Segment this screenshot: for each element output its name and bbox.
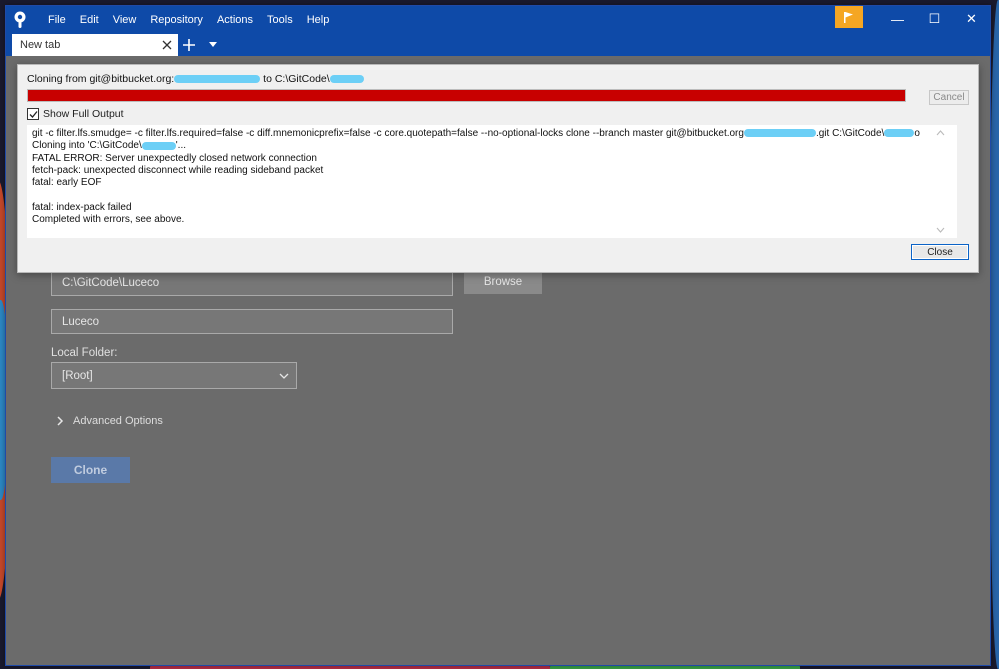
close-window-button[interactable]: ✕ bbox=[953, 6, 990, 32]
cancel-button[interactable]: Cancel bbox=[929, 90, 969, 105]
redacted-mark bbox=[174, 75, 261, 84]
destination-path-input[interactable]: C:\GitCode\Luceco bbox=[51, 270, 453, 296]
output-line: Completed with errors, see above. bbox=[32, 214, 185, 226]
redacted-mark bbox=[329, 75, 364, 84]
menu-edit[interactable]: Edit bbox=[73, 6, 106, 34]
output-text: Cloning into 'C:\GitCode\ bbox=[32, 140, 142, 152]
clone-status-prefix: Cloning from git@bitbucket.org: bbox=[27, 73, 175, 85]
flag-icon bbox=[844, 11, 853, 23]
advanced-options-toggle[interactable]: Advanced Options bbox=[55, 415, 163, 427]
menu-repository[interactable]: Repository bbox=[143, 6, 210, 34]
show-output-checkbox[interactable] bbox=[27, 108, 39, 120]
redacted-mark bbox=[743, 129, 816, 138]
plus-icon[interactable] bbox=[181, 37, 197, 53]
chevron-down-icon bbox=[279, 373, 289, 379]
output-line: git -c filter.lfs.smudge= -c filter.lfs.… bbox=[32, 128, 952, 140]
tab-label: New tab bbox=[20, 39, 61, 51]
output-text: o bbox=[914, 128, 920, 139]
output-line: Cloning into 'C:\GitCode\ '... bbox=[32, 140, 952, 152]
scroll-down-icon[interactable] bbox=[936, 227, 945, 234]
progress-bar bbox=[27, 89, 906, 102]
checkmark-icon bbox=[29, 110, 38, 118]
advanced-options-label: Advanced Options bbox=[73, 415, 163, 427]
output-text: .git C:\GitCode\ bbox=[815, 128, 885, 139]
clone-progress-dialog: Cloning from git@bitbucket.org: to C:\Gi… bbox=[17, 64, 979, 273]
browse-button[interactable]: Browse bbox=[464, 270, 542, 294]
show-output-label: Show Full Output bbox=[43, 108, 124, 120]
maximize-button[interactable]: ☐ bbox=[916, 6, 953, 32]
local-folder-value: [Root] bbox=[62, 369, 93, 382]
name-input[interactable]: Luceco bbox=[51, 309, 453, 334]
output-line: fatal: index-pack failed bbox=[32, 201, 132, 213]
menu-actions[interactable]: Actions bbox=[210, 6, 260, 34]
close-button[interactable]: Close bbox=[911, 244, 969, 260]
output-text: git -c filter.lfs.smudge= -c filter.lfs.… bbox=[32, 128, 744, 139]
chevron-right-icon bbox=[57, 416, 64, 426]
menu-bar: File Edit View Repository Actions Tools … bbox=[41, 6, 336, 34]
scroll-up-icon[interactable] bbox=[936, 129, 945, 136]
output-line: FATAL ERROR: Server unexpectedly closed … bbox=[32, 152, 317, 164]
redacted-mark bbox=[884, 129, 915, 138]
tab-new-tab[interactable]: New tab bbox=[12, 34, 178, 56]
minimize-button[interactable]: — bbox=[879, 6, 916, 32]
output-line: fatal: early EOF bbox=[32, 177, 102, 189]
app-window: File Edit View Repository Actions Tools … bbox=[5, 5, 991, 666]
output-text: '... bbox=[175, 140, 186, 152]
clone-status-mid: to C:\GitCode\ bbox=[260, 73, 330, 85]
chevron-down-icon[interactable] bbox=[206, 38, 220, 52]
redacted-mark bbox=[141, 141, 176, 150]
menu-help[interactable]: Help bbox=[300, 6, 337, 34]
clone-button[interactable]: Clone bbox=[51, 457, 130, 483]
flag-button[interactable] bbox=[835, 6, 863, 28]
menu-file[interactable]: File bbox=[41, 6, 73, 34]
show-full-output-toggle[interactable]: Show Full Output bbox=[27, 108, 124, 120]
local-folder-label: Local Folder: bbox=[51, 347, 118, 359]
output-line: fetch-pack: unexpected disconnect while … bbox=[32, 164, 324, 176]
menu-view[interactable]: View bbox=[106, 6, 144, 34]
tab-strip: New tab bbox=[6, 34, 990, 56]
output-log[interactable]: git -c filter.lfs.smudge= -c filter.lfs.… bbox=[27, 125, 957, 238]
title-bar: File Edit View Repository Actions Tools … bbox=[6, 6, 990, 34]
local-folder-select[interactable]: [Root] bbox=[51, 362, 297, 389]
close-icon[interactable] bbox=[160, 38, 174, 52]
sourcetree-logo-icon bbox=[7, 6, 33, 34]
clone-status-text: Cloning from git@bitbucket.org: to C:\Gi… bbox=[27, 73, 364, 85]
progress-fill bbox=[28, 90, 905, 101]
menu-tools[interactable]: Tools bbox=[260, 6, 300, 34]
